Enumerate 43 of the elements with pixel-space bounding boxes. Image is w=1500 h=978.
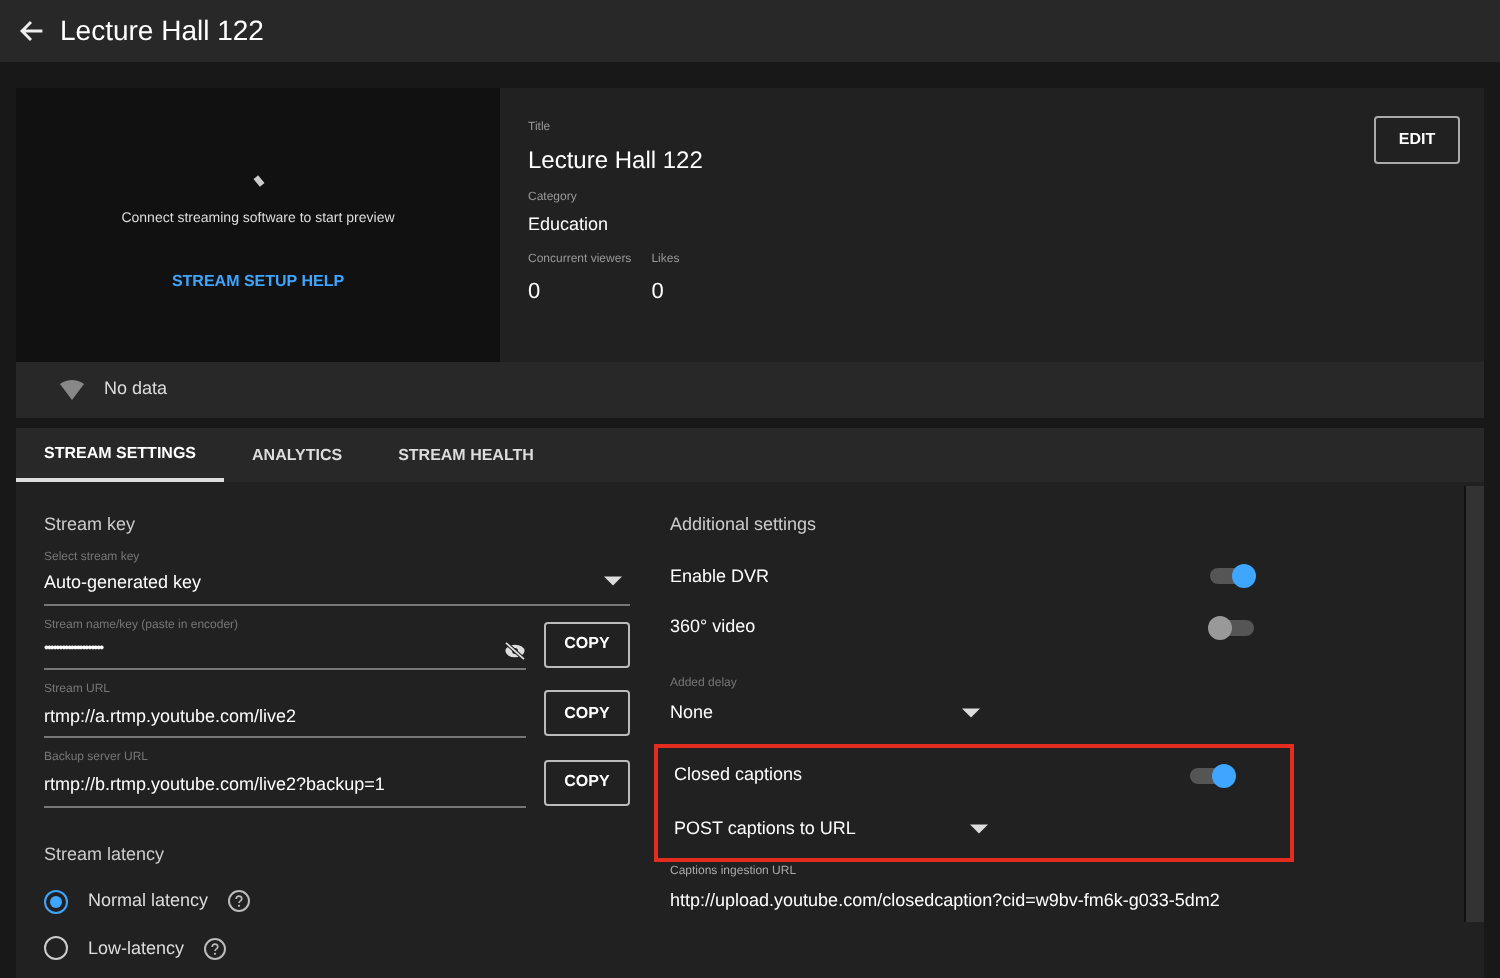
- toggle-switch[interactable]: [1210, 568, 1254, 585]
- section-heading: Additional settings: [670, 512, 819, 538]
- section-heading: Stream key: [44, 512, 138, 538]
- radio-label: Normal latency: [88, 888, 209, 914]
- select-value: None: [670, 699, 714, 725]
- stat-value: 0: [528, 277, 543, 307]
- hidden-eye-icon[interactable]: [504, 641, 526, 660]
- caret-icon: [604, 576, 622, 587]
- ingestion-url: http://upload.youtube.com/closedcaption?cid=w9bv-fm6k-g033-5dm2: [670, 888, 1222, 914]
- back-arrow-icon[interactable]: [16, 17, 44, 45]
- copy-button[interactable]: COPY: [544, 621, 630, 667]
- select-value: Auto-generated key: [44, 569, 202, 596]
- loading-icon: [252, 175, 264, 187]
- toggle-switch[interactable]: [1210, 619, 1254, 636]
- toggle-label: Closed captions: [674, 762, 803, 788]
- setup-help-link[interactable]: STREAM SETUP HELP: [171, 269, 345, 293]
- tab[interactable]: ANALYTICS: [224, 428, 371, 482]
- toggle-label: Enable DVR: [670, 563, 770, 589]
- captions-method-select[interactable]: POST captions to URL: [674, 815, 988, 842]
- radio-button[interactable]: [44, 889, 68, 914]
- page-title: Lecture Hall 122: [60, 12, 264, 50]
- radio-label: Low-latency: [88, 935, 185, 962]
- field-value: rtmp://a.rtmp.youtube.com/live2: [44, 703, 297, 730]
- field-value: rtmp://b.rtmp.youtube.com/live2?backup=1: [44, 772, 385, 798]
- caret-icon: [970, 823, 988, 834]
- select-value: POST captions to URL: [674, 815, 856, 842]
- section-heading: Stream latency: [44, 841, 167, 868]
- signal-icon: [60, 380, 84, 400]
- stat-value: 0: [651, 277, 666, 307]
- copy-button[interactable]: COPY: [544, 759, 630, 805]
- help-icon[interactable]: [204, 937, 227, 960]
- edit-button[interactable]: EDIT: [1374, 116, 1460, 164]
- status-text: No data: [104, 376, 168, 403]
- copy-button[interactable]: COPY: [544, 690, 630, 736]
- radio-button[interactable]: [44, 936, 68, 961]
- field-value: Education: [528, 212, 611, 238]
- toggle-label: 360° video: [670, 614, 756, 640]
- help-icon[interactable]: [228, 890, 251, 913]
- field-value: Lecture Hall 122: [528, 144, 705, 178]
- toggle-switch[interactable]: [1190, 767, 1234, 784]
- caret-icon: [962, 707, 980, 718]
- scrollbar[interactable]: [1464, 486, 1484, 922]
- tab[interactable]: STREAM HEALTH: [370, 428, 562, 482]
